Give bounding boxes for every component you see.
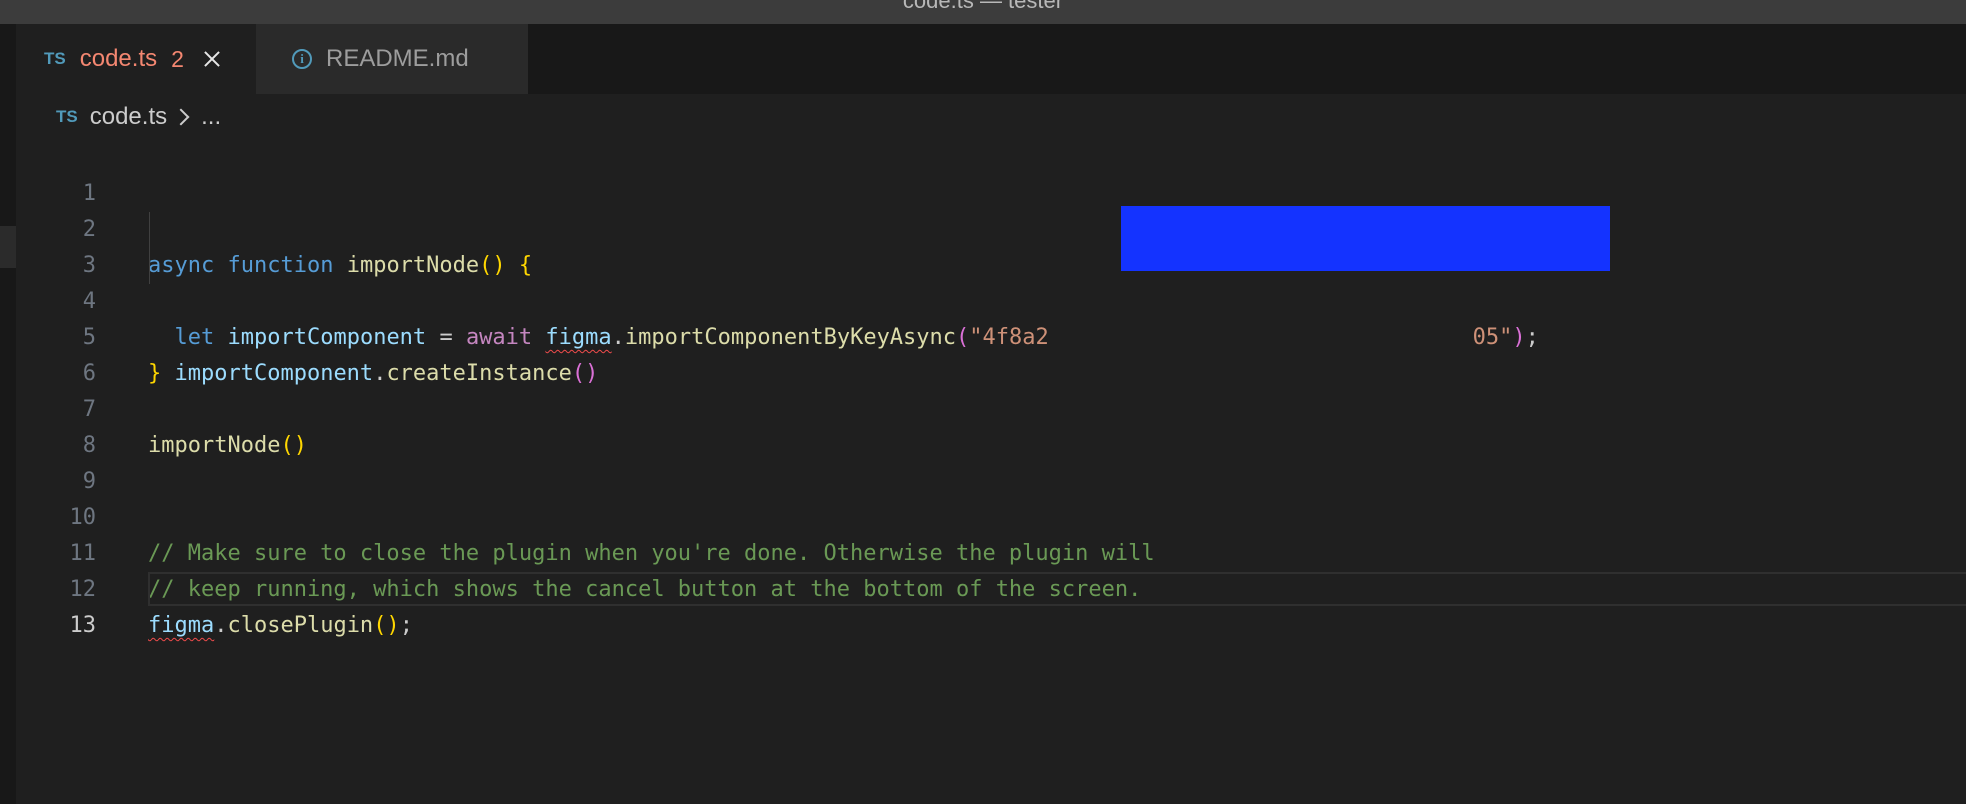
parens: (): [373, 613, 400, 638]
window-title: code.ts — tester: [902, 0, 1064, 13]
tab-label: README.md: [326, 45, 469, 72]
code-line: 4 importComponent.createInstance(): [16, 248, 1966, 386]
indent-guide: [149, 248, 150, 284]
tab-readme-md[interactable]: i README.md: [256, 24, 528, 94]
activity-marker: [0, 226, 16, 268]
current-line-highlight: [148, 572, 1966, 606]
code-line: 11 // keep running, which shows the canc…: [16, 500, 1966, 602]
code-line: 3 let importComponent = await figma.impo…: [16, 212, 1966, 350]
code-line: 6: [16, 320, 1966, 386]
code-line: 10 // Make sure to close the plugin when…: [16, 464, 1966, 566]
code-line: 8: [16, 392, 1966, 458]
code-line: 12 figma.closePlugin();: [16, 536, 1966, 638]
code-line: 9: [16, 428, 1966, 494]
problem-count-badge: 2: [171, 45, 184, 72]
tab-code-ts[interactable]: TS code.ts 2: [16, 24, 256, 94]
dot: .: [214, 613, 228, 638]
breadcrumb-file[interactable]: code.ts: [90, 103, 167, 131]
method-name: closePlugin: [227, 613, 374, 638]
code-line: 5 }: [16, 284, 1966, 386]
code-line: 1: [16, 140, 1966, 206]
semicolon: ;: [399, 613, 413, 638]
activity-edge: [0, 24, 16, 804]
indent-guide: [149, 212, 150, 248]
close-icon[interactable]: [204, 51, 220, 67]
typescript-icon: TS: [44, 49, 66, 68]
tab-label: code.ts: [79, 45, 158, 72]
current-code-line[interactable]: 13: [16, 572, 1966, 638]
code-editor[interactable]: 1 2 async function importNode() { 3 let …: [16, 140, 1966, 804]
title-bar: code.ts — tester: [0, 0, 1966, 24]
code-line: 7 importNode(): [16, 356, 1966, 458]
redaction-box: [1121, 206, 1610, 271]
line-number: 13: [69, 613, 97, 638]
code-line: 2 async function importNode() {: [16, 176, 1966, 278]
editor-window: code.ts — tester TS code.ts 2 i README.m…: [0, 0, 1966, 804]
breadcrumb: TS code.ts ...: [56, 94, 221, 140]
typescript-icon: TS: [56, 107, 78, 126]
chevron-right-icon: [172, 108, 190, 126]
code-text: figma.closePlugin();: [148, 608, 413, 644]
error-identifier: figma: [148, 613, 215, 638]
info-icon: i: [292, 49, 312, 69]
breadcrumb-symbols[interactable]: ...: [201, 103, 221, 131]
tab-strip: TS code.ts 2 i README.md: [16, 24, 1966, 94]
